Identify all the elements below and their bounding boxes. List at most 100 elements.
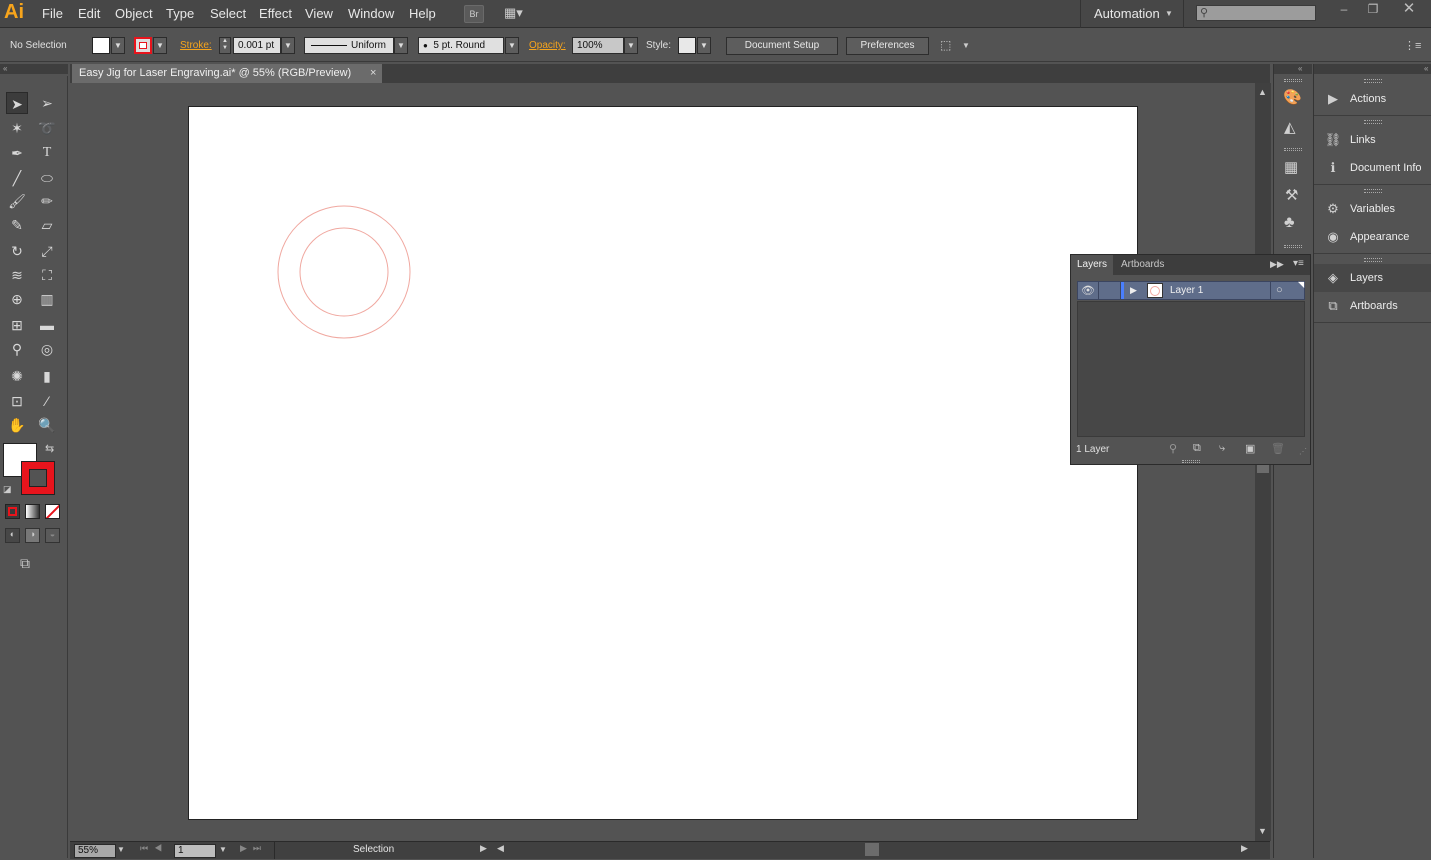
chevron-down-icon[interactable]: ▼ <box>1165 9 1173 18</box>
workspace-switcher[interactable]: Automation <box>1094 6 1160 21</box>
color-mode-button[interactable] <box>5 504 20 519</box>
appearance-panel-button[interactable]: ◉ Appearance <box>1314 223 1431 251</box>
free-transform-tool-icon[interactable]: ⛶ <box>36 264 58 286</box>
menu-file[interactable]: File <box>42 6 63 21</box>
collapse-panel-icon[interactable]: ▶▶ <box>1270 259 1284 270</box>
layer-row[interactable]: 👁 ▶ Layer 1 ○ ◥ <box>1077 280 1305 300</box>
artboard-next-icons[interactable]: ▶⏭ <box>240 843 267 854</box>
close-button[interactable]: ✕ <box>1398 1 1420 17</box>
paintbrush-tool-icon[interactable]: 🖌 <box>6 190 28 212</box>
type-tool-icon[interactable]: T <box>36 142 58 164</box>
dock-collapse-strip[interactable]: « <box>1274 64 1312 74</box>
scroll-down-icon[interactable]: ▼ <box>1258 826 1267 836</box>
stroke-weight-stepper[interactable]: ▲ ▼ <box>219 37 231 54</box>
artboard-tool-icon[interactable]: ⊡ <box>6 390 28 412</box>
blend-tool-icon[interactable]: ◎ <box>36 338 58 360</box>
warp-tool-icon[interactable]: ≋ <box>6 264 28 286</box>
opacity-dropdown[interactable]: ▼ <box>624 37 638 54</box>
stroke-dropdown[interactable]: ▼ <box>153 37 167 54</box>
gradient-tool-icon[interactable]: ▬ <box>36 314 58 336</box>
stroke-weight-field[interactable]: 0.001 pt <box>233 37 281 54</box>
stroke-swatch[interactable] <box>134 37 152 54</box>
document-setup-button[interactable]: Document Setup <box>726 37 838 55</box>
help-search-input[interactable]: ⚲ <box>1196 5 1316 21</box>
menu-window[interactable]: Window <box>348 6 394 21</box>
variables-panel-button[interactable]: ⚙ Variables <box>1314 195 1431 223</box>
zoom-tool-icon[interactable]: 🔍 <box>36 414 58 436</box>
panel-menu-icon[interactable]: ▾≡ <box>1293 258 1304 269</box>
menu-object[interactable]: Object <box>115 6 153 21</box>
scroll-up-icon[interactable]: ▲ <box>1258 87 1267 97</box>
shape-builder-tool-icon[interactable]: ⊕ <box>6 288 28 310</box>
document-tab[interactable]: Easy Jig for Laser Engraving.ai* @ 55% (… <box>72 64 382 83</box>
lasso-tool-icon[interactable]: ➰ <box>36 117 58 139</box>
stroke-weight-dropdown[interactable]: ▼ <box>281 37 295 54</box>
preferences-button[interactable]: Preferences <box>846 37 929 55</box>
clipping-mask-icon[interactable]: ⧉ <box>1193 442 1201 455</box>
artboard-number-field[interactable]: 1 <box>174 844 216 858</box>
pen-tool-icon[interactable]: ✒ <box>6 142 28 164</box>
menu-view[interactable]: View <box>305 6 333 21</box>
perspective-grid-tool-icon[interactable]: ▥ <box>36 288 58 310</box>
new-sublayer-icon[interactable]: ⤷ <box>1219 442 1225 455</box>
fill-swatch[interactable] <box>92 37 110 54</box>
scroll-right-icon[interactable]: ▶ <box>1241 843 1248 854</box>
none-mode-button[interactable] <box>45 504 60 519</box>
dock-collapse-strip[interactable]: « <box>1314 64 1431 74</box>
magic-wand-tool-icon[interactable]: ✶ <box>6 117 28 139</box>
layers-list[interactable] <box>1077 301 1305 437</box>
column-graph-tool-icon[interactable]: ▮ <box>36 365 58 387</box>
panel-grip[interactable] <box>1284 79 1302 82</box>
draw-normal-icon[interactable]: ◐ <box>5 528 20 543</box>
swatches-icon[interactable]: ▦ <box>1284 158 1298 176</box>
close-tab-icon[interactable]: × <box>370 64 376 83</box>
default-colors-icon[interactable]: ◪ <box>3 484 13 494</box>
artboard-prev-icons[interactable]: ⏮◀ <box>140 843 168 854</box>
eyedropper-tool-icon[interactable]: ⚲ <box>6 338 28 360</box>
links-panel-button[interactable]: ⛓ Links <box>1314 126 1431 154</box>
inner-circle[interactable] <box>299 227 389 317</box>
layers-panel-button[interactable]: ◈ Layers <box>1314 264 1431 292</box>
zoom-field[interactable]: 55% <box>74 844 116 858</box>
resize-grip-icon[interactable]: ⋰ <box>1299 447 1307 456</box>
layer-name[interactable]: Layer 1 <box>1170 285 1203 296</box>
actions-panel-button[interactable]: ▶ Actions <box>1314 85 1431 113</box>
new-layer-icon[interactable]: ▣ <box>1245 442 1255 455</box>
artboards-panel-button[interactable]: ⧉ Artboards <box>1314 292 1431 320</box>
hand-tool-icon[interactable]: ✋ <box>6 414 28 436</box>
tab-layers[interactable]: Layers <box>1071 255 1114 275</box>
panel-menu-icon[interactable]: ⋮≡ <box>1404 39 1421 52</box>
slice-tool-icon[interactable]: ⁄ <box>36 390 58 412</box>
menu-help[interactable]: Help <box>409 6 436 21</box>
zoom-dropdown[interactable]: ▼ <box>117 845 125 854</box>
panel-grip[interactable] <box>1182 460 1200 463</box>
restore-button[interactable]: ❐ <box>1362 3 1384 17</box>
blob-brush-tool-icon[interactable]: ✎ <box>6 214 28 236</box>
selection-tool-icon[interactable]: ➤ <box>6 92 28 114</box>
arrange-documents-icon[interactable]: ▦▾ <box>504 5 532 23</box>
status-menu-icon[interactable]: ▶ <box>480 843 487 854</box>
style-dropdown[interactable]: ▼ <box>697 37 711 54</box>
graphic-style-swatch[interactable] <box>678 37 696 54</box>
brushes-icon[interactable]: ⚒ <box>1285 186 1298 204</box>
opacity-label[interactable]: Opacity: <box>529 40 566 51</box>
panel-grip[interactable] <box>1284 148 1302 151</box>
brush-definition[interactable]: ● 5 pt. Round <box>418 37 504 54</box>
gradient-panel-icon[interactable]: ◭ <box>1284 118 1296 136</box>
transform-icon[interactable]: ⬚ <box>940 38 951 52</box>
pencil-tool-icon[interactable]: ✏ <box>36 190 58 212</box>
minimize-button[interactable]: – <box>1333 3 1355 17</box>
delete-layer-icon[interactable]: 🗑 <box>1271 442 1285 455</box>
fill-dropdown[interactable]: ▼ <box>111 37 125 54</box>
artboard-dropdown[interactable]: ▼ <box>219 845 227 854</box>
brush-dropdown[interactable]: ▼ <box>505 37 519 54</box>
horizontal-scroll-thumb[interactable] <box>865 843 879 856</box>
symbols-icon[interactable]: ♣ <box>1284 214 1295 232</box>
menu-edit[interactable]: Edit <box>78 6 100 21</box>
profile-dropdown[interactable]: ▼ <box>394 37 408 54</box>
menu-type[interactable]: Type <box>166 6 194 21</box>
bridge-button[interactable]: Br <box>464 5 484 23</box>
tools-collapse-strip[interactable]: « <box>0 64 68 74</box>
opacity-field[interactable]: 100% <box>572 37 624 54</box>
stroke-label[interactable]: Stroke: <box>180 40 212 51</box>
